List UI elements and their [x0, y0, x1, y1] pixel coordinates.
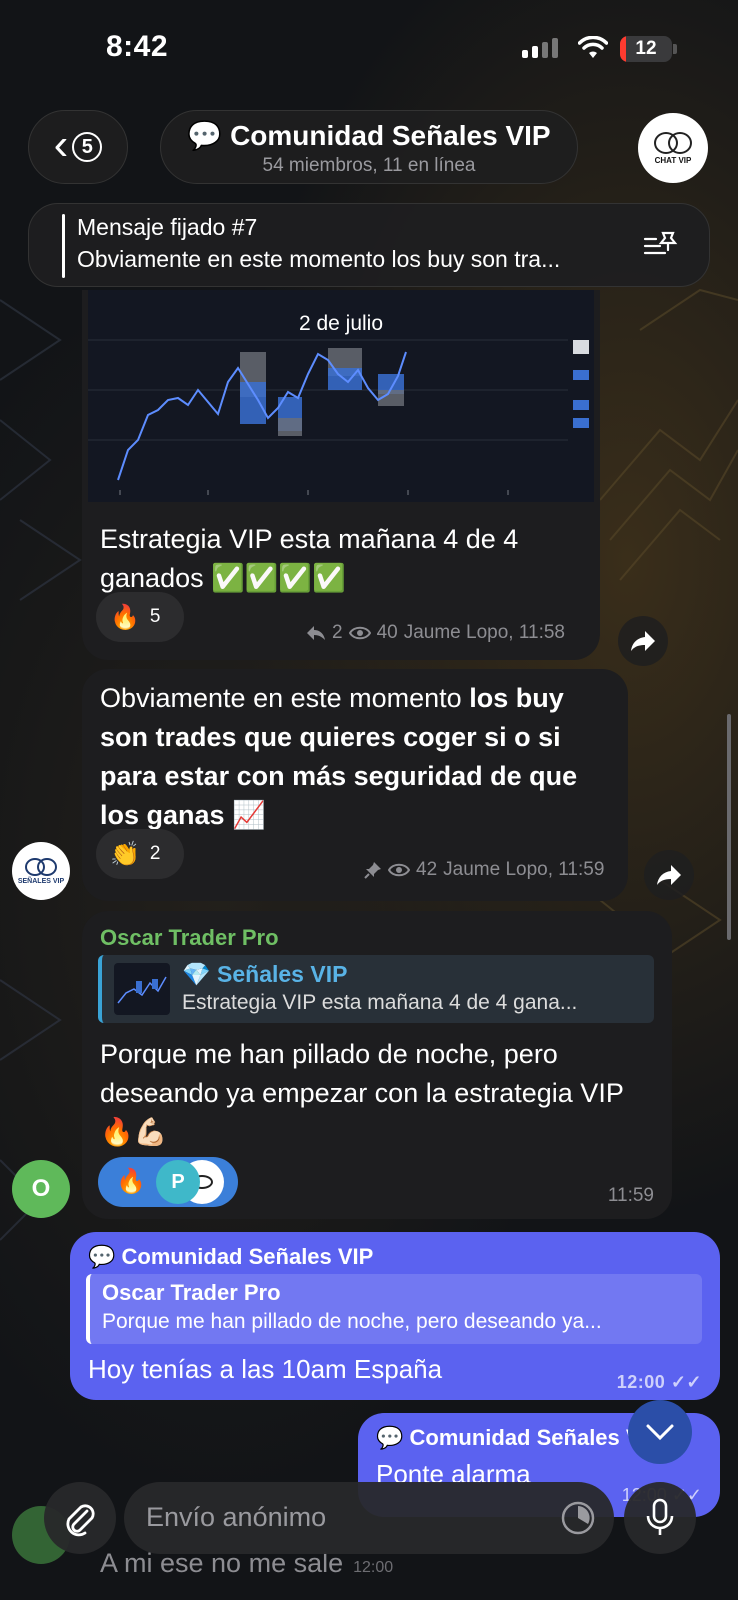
scrollbar[interactable]	[727, 714, 731, 940]
microphone-button[interactable]	[624, 1482, 696, 1554]
message-meta: 2 40 Jaume Lopo, 11:58	[306, 622, 565, 644]
auto-delete-timer-icon[interactable]	[560, 1500, 596, 1536]
author-and-time: Jaume Lopo, 11:58	[403, 622, 565, 643]
clock: 8:42	[106, 30, 169, 63]
sender-name: 💬 Comunidad Señales VIP	[376, 1425, 662, 1450]
paperclip-icon	[66, 1504, 95, 1537]
chevron-left-icon: ‹	[53, 120, 69, 169]
double-check-icon: ✓✓	[670, 1372, 702, 1392]
reaction-chip[interactable]: 🔥 5	[96, 592, 184, 642]
message-bubble[interactable]: Obviamente en este momento los buy son t…	[82, 669, 628, 901]
pinned-title: Mensaje fijado #7	[77, 214, 258, 240]
reaction-count: 2	[149, 843, 161, 864]
fire-emoji: 🔥	[110, 603, 140, 631]
eye-icon	[348, 626, 371, 640]
quote-thumbnail	[114, 963, 170, 1015]
chart-screenshot-image[interactable]: 2 de julio	[88, 290, 594, 502]
channel-avatar[interactable]: SEÑALES VIP	[12, 842, 70, 900]
status-bar: 8:42 12	[0, 0, 738, 100]
reply-arrow-icon	[307, 626, 325, 640]
chat-header: ‹ 5 💬 Comunidad Señales VIP 54 miembros,…	[0, 110, 738, 186]
pin-icon	[364, 862, 381, 879]
message-time: 11:59	[607, 1185, 654, 1206]
chat-avatar[interactable]: CHAT VIP	[638, 113, 708, 183]
fire-emoji: 🔥	[116, 1168, 146, 1195]
message-input-bar: Envío anónimo	[0, 1480, 738, 1600]
quote-text: Estrategia VIP esta mañana 4 de 4 gana..…	[182, 991, 578, 1014]
message-text: Hoy tenías a las 10am España	[88, 1354, 443, 1384]
forward-button[interactable]	[644, 850, 694, 900]
message-text: Obviamente en este momento los buy son t…	[100, 679, 610, 835]
message-input-placeholder: Envío anónimo	[146, 1502, 327, 1532]
forward-arrow-icon	[657, 865, 681, 885]
microphone-icon	[646, 1498, 674, 1535]
speech-bubble-emoji: 💬	[187, 120, 223, 151]
chevron-down-icon	[646, 1424, 674, 1441]
chat-title: 💬 Comunidad Señales VIP	[161, 119, 577, 152]
channel-logo-icon	[25, 857, 57, 876]
reaction-chip[interactable]: 🔥 P	[98, 1157, 238, 1207]
quote-text: Porque me han pillado de noche, pero des…	[102, 1310, 602, 1333]
message-text: Estrategia VIP esta mañana 4 de 4 ganado…	[100, 524, 519, 593]
chat-subtitle: 54 miembros, 11 en línea	[262, 155, 476, 176]
battery-percent: 12	[635, 38, 657, 59]
forward-button[interactable]	[618, 616, 668, 666]
reply-quote[interactable]: Oscar Trader Pro Porque me han pillado d…	[86, 1274, 702, 1344]
image-date-caption: 2 de julio	[298, 312, 384, 335]
scroll-to-bottom-button[interactable]	[628, 1400, 692, 1464]
reply-quote[interactable]: 💎 Señales VIP Estrategia VIP esta mañana…	[98, 955, 654, 1023]
message-text: Porque me han pillado de noche, pero des…	[100, 1039, 624, 1147]
user-avatar[interactable]: O	[12, 1160, 70, 1218]
forward-arrow-icon	[631, 631, 655, 651]
chat-title-button[interactable]: 💬 Comunidad Señales VIP 54 miembros, 11 …	[160, 110, 578, 184]
channel-avatar-label: SEÑALES VIP	[17, 877, 65, 885]
clapping-emoji: 👏	[110, 840, 140, 868]
message-time: 12:00 ✓✓	[617, 1372, 702, 1393]
battery-icon: 12	[620, 36, 672, 62]
eye-icon	[388, 863, 410, 877]
pinned-indicator	[62, 214, 65, 278]
view-count: 42	[416, 859, 438, 880]
message-input[interactable]: Envío anónimo	[124, 1482, 614, 1554]
reaction-count: 5	[149, 606, 161, 627]
reactor-avatar: P	[156, 1160, 200, 1204]
message-time-text: 12:00	[616, 1372, 666, 1392]
reply-count: 2	[332, 622, 343, 643]
chart-emoji: 📈	[232, 800, 266, 830]
back-button[interactable]: ‹ 5	[28, 110, 128, 184]
quote-sender: Oscar Trader Pro	[102, 1280, 281, 1305]
unread-count-badge: 5	[72, 132, 103, 162]
chat-title-text: Comunidad Señales VIP	[230, 120, 551, 151]
outgoing-message-bubble[interactable]: 💬 Comunidad Señales VIP Oscar Trader Pro…	[70, 1232, 720, 1400]
battery-tip	[673, 44, 677, 54]
sender-name[interactable]: Oscar Trader Pro	[100, 925, 279, 951]
author-and-time: Jaume Lopo, 11:59	[443, 859, 605, 880]
sender-name: 💬 Comunidad Señales VIP	[88, 1244, 374, 1269]
pinned-text: Obviamente en este momento los buy son t…	[77, 246, 561, 272]
reaction-chip[interactable]: 👏 2	[96, 829, 184, 879]
view-count: 40	[376, 622, 398, 643]
wifi-icon	[578, 36, 608, 58]
mini-chart-graphic	[117, 976, 167, 1004]
message-bubble[interactable]: 2 de julio Estrategia VIP esta mañana 4 …	[82, 290, 600, 660]
message-text-plain: Obviamente en este momento	[100, 683, 470, 713]
cellular-signal-icon	[522, 38, 558, 58]
chat-avatar-label: CHAT VIP	[654, 155, 692, 165]
pin-list-icon[interactable]	[643, 230, 679, 260]
quote-sender: 💎 Señales VIP	[182, 961, 348, 987]
message-bubble[interactable]: Oscar Trader Pro 💎 Señales VIP Estrategi…	[82, 911, 672, 1219]
message-meta: 42 Jaume Lopo, 11:59	[364, 859, 604, 881]
attach-button[interactable]	[44, 1482, 116, 1554]
chat-logo-icon	[654, 131, 692, 154]
pinned-message-bar[interactable]: Mensaje fijado #7 Obviamente en este mom…	[28, 203, 710, 287]
